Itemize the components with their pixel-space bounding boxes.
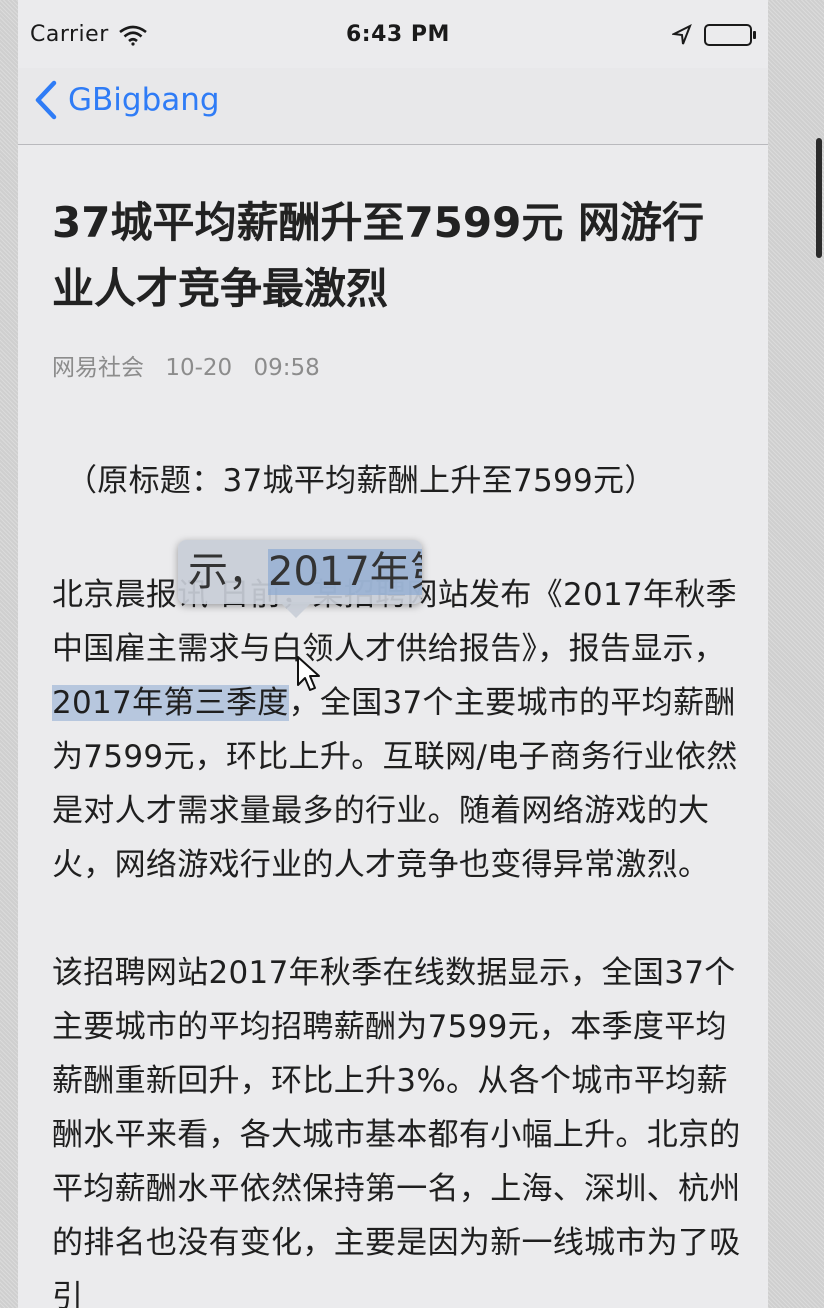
loupe-pointer	[280, 602, 312, 618]
article-title: 37城平均薪酬升至7599元 网游行业人才竞争最激烈	[52, 198, 704, 313]
status-bar: Carrier 6:43 PM	[18, 0, 768, 68]
text-magnifier-loupe: 示，2017年第	[178, 540, 422, 604]
app-screen: Carrier 6:43 PM GBigbang 37城平均薪酬升至7599元 …	[18, 0, 768, 1308]
article: 37城平均薪酬升至7599元 网游行业人才竞争最激烈 网易社会 10-20 09…	[52, 190, 742, 1308]
carrier-label: Carrier	[30, 22, 109, 47]
navigation-bar: GBigbang	[18, 68, 768, 145]
article-date: 10-20	[165, 355, 233, 381]
battery-icon	[704, 24, 756, 46]
article-meta: 网易社会 10-20 09:58	[52, 348, 742, 382]
loupe-text: 示，	[188, 549, 268, 595]
location-arrow-icon	[672, 24, 692, 45]
back-button[interactable]: GBigbang	[34, 76, 220, 124]
article-paragraph[interactable]: 该招聘网站2017年秋季在线数据显示，全国37个主要城市的平均招聘薪酬为7599…	[52, 946, 742, 1308]
article-paragraph[interactable]: 北京晨报讯 日前，某招聘网站发布《2017年秋季中国雇主需求与白领人才供给报告》…	[52, 568, 742, 892]
selected-text[interactable]: 2017年第三季度	[52, 685, 289, 721]
status-time: 6:43 PM	[346, 22, 450, 47]
wifi-icon	[119, 25, 147, 46]
article-source: 网易社会	[52, 355, 144, 381]
loupe-selected-text: 2017年第	[268, 549, 422, 595]
mouse-cursor-icon	[297, 656, 320, 691]
chevron-left-icon	[35, 80, 57, 120]
back-button-label: GBigbang	[68, 82, 220, 118]
article-time: 09:58	[253, 355, 320, 381]
scroll-indicator[interactable]	[816, 138, 822, 258]
article-original-title: （原标题：37城平均薪酬上升至7599元）	[66, 463, 656, 499]
